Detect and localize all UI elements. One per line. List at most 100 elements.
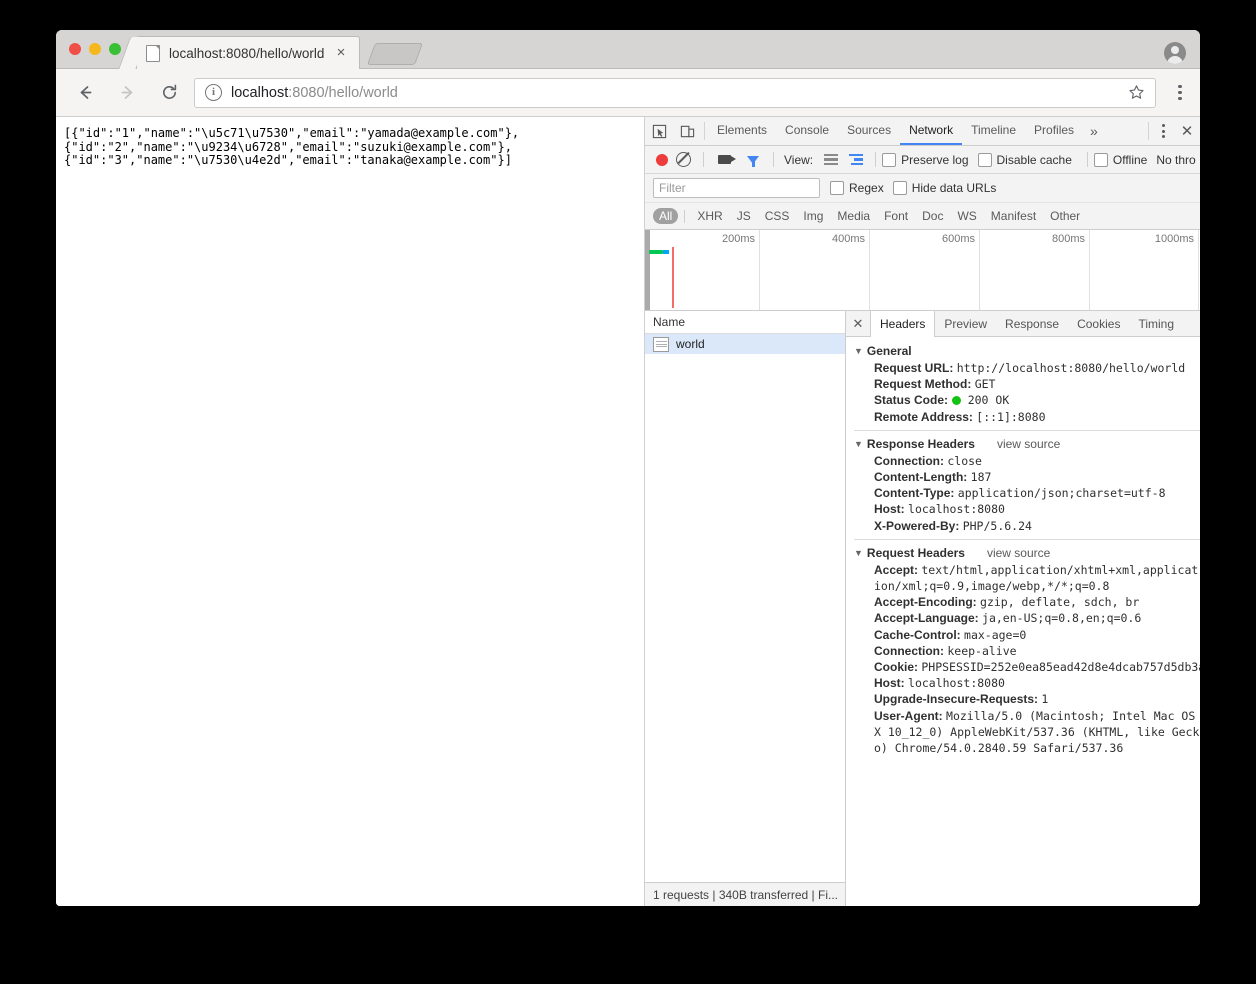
forward-icon[interactable] <box>110 76 144 110</box>
more-tabs-icon[interactable]: » <box>1083 117 1105 145</box>
network-filter-bar: Filter Regex Hide data URLs <box>645 174 1200 203</box>
list-view-icon[interactable] <box>824 153 839 166</box>
checkbox-box[interactable] <box>830 181 844 195</box>
section-general-title: General <box>866 344 912 358</box>
type-divider <box>684 209 686 223</box>
browser-menu-icon[interactable] <box>1166 84 1194 101</box>
tab-response[interactable]: Response <box>996 311 1068 336</box>
address-bar[interactable]: i localhost:8080/hello/world <box>194 77 1156 108</box>
checkbox-box[interactable] <box>882 152 897 167</box>
header-value: gzip, deflate, sdch, br <box>980 595 1140 610</box>
header-row: Connection: keep-alive <box>846 643 1200 659</box>
hide-data-urls-checkbox[interactable]: Hide data URLs <box>892 181 996 195</box>
regex-label: Regex <box>849 181 884 195</box>
checkbox-box[interactable] <box>977 152 992 167</box>
header-value: localhost:8080 <box>908 502 1005 517</box>
type-filter-other[interactable]: Other <box>1044 208 1086 224</box>
throttling-select[interactable]: No thro <box>1156 153 1195 167</box>
bookmark-star-icon[interactable] <box>1128 84 1145 106</box>
overview-tick-1000ms: 1000ms <box>1154 233 1194 245</box>
capture-screenshots-icon[interactable] <box>718 155 736 164</box>
tab-headers[interactable]: Headers <box>870 311 936 337</box>
section-divider <box>854 538 1200 540</box>
tab-preview[interactable]: Preview <box>935 311 996 336</box>
resource-type-bar: All XHR JS CSS Img Media Font Doc WS Man… <box>645 203 1200 230</box>
type-filter-doc[interactable]: Doc <box>916 208 949 224</box>
toolbar-divider <box>875 152 877 167</box>
record-button[interactable] <box>656 153 668 166</box>
tab-network[interactable]: Network <box>900 117 963 145</box>
minimize-window-button[interactable] <box>89 43 101 55</box>
header-row: Remote Address: [::1]:8080 <box>846 409 1200 425</box>
tab-sources[interactable]: Sources <box>838 117 900 145</box>
close-icon[interactable]: × <box>333 45 349 61</box>
type-filter-manifest[interactable]: Manifest <box>985 208 1042 224</box>
header-key: X-Powered-By: <box>874 518 960 533</box>
clear-icon[interactable] <box>676 152 691 167</box>
overview-tick-600ms: 600ms <box>941 233 975 245</box>
maximize-window-button[interactable] <box>109 43 121 55</box>
tab-cookies[interactable]: Cookies <box>1068 311 1129 336</box>
waterfall-view-icon[interactable] <box>849 153 864 166</box>
browser-tab[interactable]: localhost:8080/hello/world × <box>136 36 360 69</box>
tab-timing[interactable]: Timing <box>1129 311 1183 336</box>
header-key: Connection: <box>874 643 944 658</box>
tab-timeline[interactable]: Timeline <box>962 117 1025 145</box>
filter-icon[interactable] <box>747 155 759 167</box>
type-filter-css[interactable]: CSS <box>759 208 796 224</box>
reload-icon[interactable] <box>152 76 186 110</box>
type-filter-all[interactable]: All <box>653 208 679 224</box>
back-icon[interactable] <box>68 76 102 110</box>
header-value: keep-alive <box>947 643 1017 658</box>
table-row[interactable]: world <box>645 334 845 354</box>
regex-checkbox[interactable]: Regex <box>830 181 884 195</box>
close-window-button[interactable] <box>69 43 81 55</box>
header-value: max-age=0 <box>964 627 1027 642</box>
type-filter-font[interactable]: Font <box>878 208 914 224</box>
header-row: Host: localhost:8080 <box>846 675 1200 691</box>
preserve-log-checkbox[interactable]: Preserve log <box>882 152 969 167</box>
page-favicon-icon <box>146 44 160 62</box>
avatar[interactable] <box>1164 42 1186 64</box>
header-key: Accept: <box>874 562 919 577</box>
tab-profiles[interactable]: Profiles <box>1025 117 1083 145</box>
inspect-element-icon[interactable] <box>645 117 673 145</box>
close-detail-icon[interactable]: ✕ <box>846 311 870 336</box>
view-source-link[interactable]: view source <box>997 437 1060 451</box>
section-request-headers[interactable]: ▼ Request Headers view source <box>846 544 1200 562</box>
type-filter-media[interactable]: Media <box>831 208 876 224</box>
type-filter-ws[interactable]: WS <box>951 208 982 224</box>
checkbox-box[interactable] <box>1093 152 1108 167</box>
window-controls <box>69 43 121 55</box>
device-toolbar-icon[interactable] <box>673 117 701 145</box>
checkbox-box[interactable] <box>892 181 907 195</box>
tab-elements[interactable]: Elements <box>708 117 776 145</box>
section-response-headers[interactable]: ▼ Response Headers view source <box>846 435 1200 453</box>
close-devtools-icon[interactable]: ✕ <box>1174 117 1200 145</box>
new-tab-button[interactable] <box>366 43 424 65</box>
tab-console[interactable]: Console <box>776 117 838 145</box>
header-key: Remote Address: <box>874 409 973 424</box>
view-label: View: <box>784 152 814 167</box>
overview-tick-800ms: 800ms <box>1051 233 1085 245</box>
search-input[interactable]: Filter <box>653 178 820 198</box>
network-overview-timeline[interactable]: 200ms 400ms 600ms 800ms 1000ms <box>645 230 1200 311</box>
section-divider <box>854 429 1200 431</box>
devtools-menu-icon[interactable] <box>1152 117 1174 145</box>
offline-checkbox[interactable]: Offline <box>1093 152 1147 167</box>
section-general[interactable]: ▼ General <box>846 342 1200 360</box>
column-header-name[interactable]: Name <box>645 311 845 334</box>
overview-window-handle-left[interactable] <box>645 230 650 310</box>
type-filter-js[interactable]: JS <box>731 208 757 224</box>
header-row: Content-Length: 187 <box>846 469 1200 485</box>
header-key: Request Method: <box>874 377 972 392</box>
page-info-icon[interactable]: i <box>205 84 222 101</box>
view-source-link[interactable]: view source <box>987 546 1050 560</box>
disable-cache-checkbox[interactable]: Disable cache <box>977 152 1072 167</box>
type-filter-xhr[interactable]: XHR <box>691 208 728 224</box>
type-filter-img[interactable]: Img <box>797 208 829 224</box>
header-row: User-Agent: Mozilla/5.0 (Macintosh; Inte… <box>846 708 1200 757</box>
disable-cache-label: Disable cache <box>996 152 1072 167</box>
header-key: Cache-Control: <box>874 627 961 642</box>
json-response-body: [{"id":"1","name":"\u5c71\u7530","email"… <box>64 126 520 167</box>
